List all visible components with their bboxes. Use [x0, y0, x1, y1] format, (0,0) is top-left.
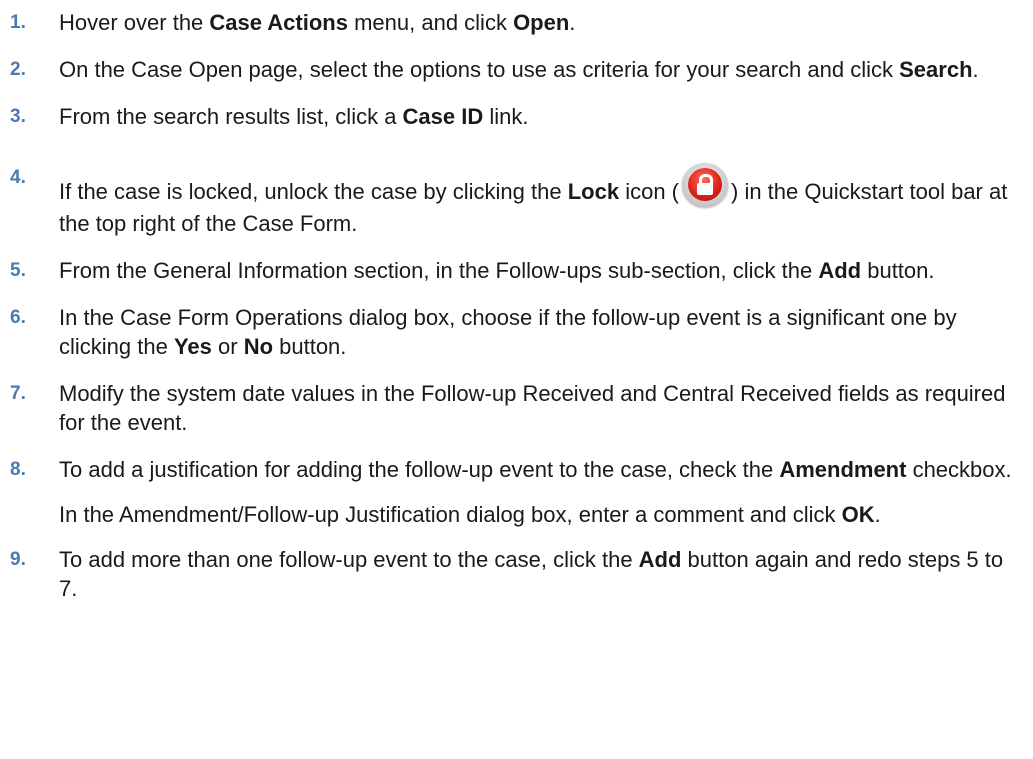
step-5: 5. From the General Information section,…: [0, 256, 1033, 285]
lock-label: Lock: [567, 179, 620, 204]
step-text: Hover over the: [59, 10, 210, 35]
step-text: icon (: [619, 179, 679, 204]
step-number: 8.: [10, 459, 26, 480]
step-number: 3.: [10, 106, 26, 127]
step-number: 7.: [10, 383, 26, 404]
step-text: or: [211, 334, 244, 359]
step-number: 4.: [10, 167, 26, 188]
step-text: menu, and click: [347, 10, 514, 35]
ok-button-label: OK: [841, 502, 875, 527]
amendment-checkbox-label: Amendment: [779, 457, 907, 482]
step-text: In the Amendment/Follow-up Justification…: [59, 502, 842, 527]
step-9: 9. To add more than one follow-up event …: [0, 545, 1033, 603]
step-text: To add a justification for adding the fo…: [59, 457, 780, 482]
step-number: 2.: [10, 59, 26, 80]
step-text: From the General Information section, in…: [59, 258, 819, 283]
step-text: Modify the system date values in the Fol…: [59, 381, 1006, 435]
step-4: 4. If the case is locked, unlock the cas…: [0, 149, 1033, 238]
step-2: 2. On the Case Open page, select the opt…: [0, 55, 1033, 84]
step-8: 8. To add a justification for adding the…: [0, 455, 1033, 484]
case-id-link-label: Case ID: [402, 104, 484, 129]
step-text: From the search results list, click a: [59, 104, 403, 129]
step-text: .: [972, 57, 979, 82]
search-button-label: Search: [899, 57, 973, 82]
step-text: .: [874, 502, 881, 527]
add-button-label: Add: [818, 258, 862, 283]
step-text: On the Case Open page, select the option…: [59, 57, 900, 82]
yes-button-label: Yes: [173, 334, 212, 359]
step-3: 3. From the search results list, click a…: [0, 102, 1033, 131]
step-text: If the case is locked, unlock the case b…: [59, 179, 568, 204]
lock-icon: [680, 163, 730, 209]
step-text: .: [569, 10, 576, 35]
step-text: button.: [273, 334, 347, 359]
step-text: button.: [861, 258, 935, 283]
menu-item-open: Open: [513, 10, 570, 35]
step-1: 1. Hover over the Case Actions menu, and…: [0, 8, 1033, 37]
step-number: 5.: [10, 260, 26, 281]
step-text: link.: [483, 104, 529, 129]
step-number: 9.: [10, 549, 26, 570]
step-8-subparagraph: In the Amendment/Follow-up Justification…: [0, 500, 1033, 529]
step-text: checkbox.: [906, 457, 1012, 482]
step-number: 6.: [10, 307, 26, 328]
menu-name-case-actions: Case Actions: [209, 10, 348, 35]
no-button-label: No: [243, 334, 274, 359]
procedure-steps: 1. Hover over the Case Actions menu, and…: [0, 0, 1033, 603]
step-text: To add more than one follow-up event to …: [59, 547, 639, 572]
step-6: 6. In the Case Form Operations dialog bo…: [0, 303, 1033, 361]
step-7: 7. Modify the system date values in the …: [0, 379, 1033, 437]
add-button-label: Add: [638, 547, 682, 572]
step-number: 1.: [10, 12, 26, 33]
